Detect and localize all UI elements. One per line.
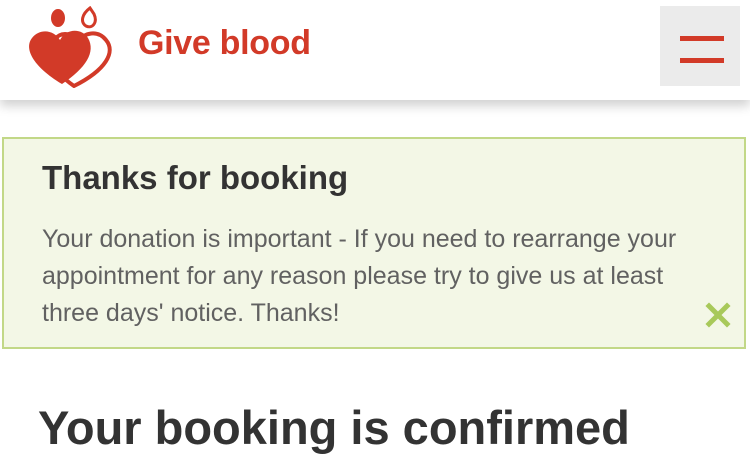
notice-title: Thanks for booking — [42, 159, 349, 196]
notice-message: Your donation is important - If you need… — [42, 225, 677, 327]
hamburger-menu-icon — [680, 36, 724, 41]
blood-drop-hearts-icon — [29, 6, 112, 88]
page-title: Your booking is confirmed — [38, 401, 630, 454]
site-header: Give blood — [0, 0, 750, 100]
booking-notice: Thanks for booking Your donation is impo… — [2, 137, 746, 349]
close-icon — [705, 302, 731, 328]
brand-name: Give blood — [138, 23, 311, 62]
menu-button[interactable] — [660, 6, 740, 86]
hamburger-menu-icon-bar — [680, 58, 724, 63]
notice-close-button[interactable] — [702, 299, 734, 331]
give-blood-logo[interactable]: Give blood — [18, 6, 311, 88]
